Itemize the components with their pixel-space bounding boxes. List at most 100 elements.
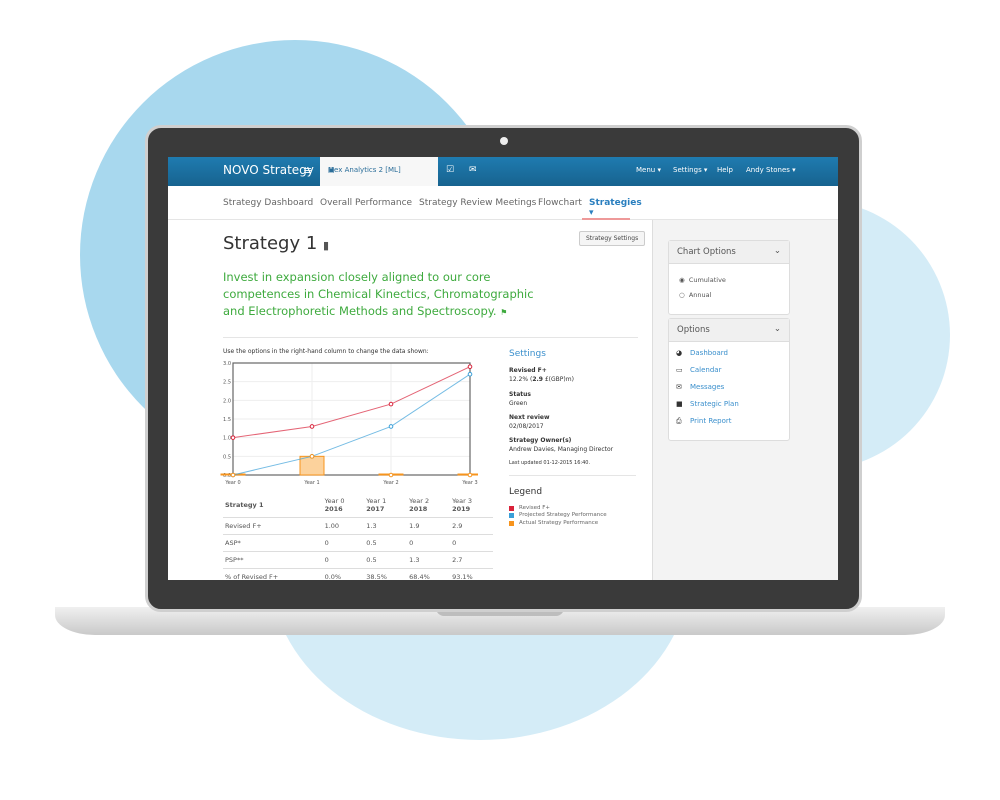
sub-navbar: Strategy Dashboard Overall Performance S… — [168, 186, 838, 220]
y-tick-label: 2.5 — [223, 380, 231, 386]
radio-label: Annual — [688, 291, 712, 299]
last-updated: Last updated 01-12-2015 16:40. — [509, 460, 591, 466]
table-cell: 2.7 — [450, 551, 493, 569]
strategy-settings-button[interactable]: Strategy Settings — [579, 231, 646, 246]
table-cell: Revised F+ — [223, 517, 323, 535]
table-header: Strategy 1 — [223, 493, 323, 518]
user-dropdown[interactable]: Andy Stones ▾ — [746, 166, 796, 174]
tab-strategies[interactable]: Strategies ▾ — [582, 198, 642, 220]
chevron-down-icon[interactable]: ⌄ — [774, 246, 781, 256]
options-panel: Options ⌄ ◕ Dashboard ▭ Calendar ✉ Messages … — [668, 318, 790, 441]
project-tab[interactable]: ▣ Mex Analytics 2 [ML] — [320, 157, 438, 186]
performance-chart: 0.00.51.01.52.02.53.0Year 0 Year 1 Year 2Y… — [220, 361, 478, 486]
envelope-icon: ✉ — [676, 383, 682, 391]
check-icon[interactable]: ☑ — [446, 165, 454, 175]
table-cell: 0.5 — [364, 534, 408, 552]
review-label: Next review — [509, 414, 550, 421]
header-text: 2019 — [452, 505, 471, 513]
legend-revised: Revised F+ — [519, 505, 551, 511]
data-point — [467, 364, 473, 370]
year-label: Year 3 — [452, 497, 473, 505]
table-header: Year 0 2016 — [322, 493, 365, 518]
y-tick-label: 0.5 — [223, 454, 231, 460]
y-tick-label: 1.0 — [223, 436, 231, 442]
envelope-icon[interactable]: ✉ — [469, 165, 477, 175]
calendar-icon: ▭ — [676, 366, 683, 374]
help-link[interactable]: Help — [717, 166, 733, 174]
revised-value: 12.2% (2.9 £(GBP)m) — [509, 376, 574, 383]
hamburger-icon[interactable]: ≡ — [303, 164, 312, 177]
chevron-down-icon[interactable]: ⌄ — [774, 324, 781, 334]
chart-options-header[interactable]: Chart Options ⌄ — [669, 241, 789, 264]
review-value: 02/08/2017 — [509, 423, 544, 430]
radio-cumulative[interactable]: ◉ Cumulative — [679, 276, 726, 284]
bar-actual — [299, 455, 325, 476]
table-row: ASP* 0 0.5 0 0 — [223, 534, 493, 552]
table-cell: 0 — [322, 534, 365, 552]
radio-annual[interactable]: ○ Annual — [679, 291, 711, 299]
dashboard-icon: ◕ — [676, 349, 683, 357]
table-cell: 68.4% — [407, 568, 451, 580]
table-cell: 0 — [322, 551, 365, 569]
table-cell: 38.5% — [364, 568, 408, 580]
header-text: Strategy 1 — [225, 501, 264, 509]
tab-flowchart[interactable]: Flowchart — [538, 198, 582, 208]
data-point — [388, 401, 394, 407]
table-header: Year 1 2017 — [364, 493, 408, 518]
header-text: 2017 — [366, 505, 385, 513]
table-row: PSP** 0 0.5 1.3 2.7 — [223, 551, 493, 569]
title-text: Strategy 1 — [223, 233, 318, 254]
bookmark-icon[interactable]: ▮ — [323, 239, 329, 252]
table-row: % of Revised F+ 0.0% 38.5% 68.4% 93.1% — [223, 568, 493, 580]
right-sidebar: Chart Options ⌄ ◉ Cumulative ○ Annual Opt… — [652, 220, 838, 580]
link-messages[interactable]: Messages — [690, 383, 724, 391]
project-tab-label: Mex Analytics 2 [ML] — [328, 166, 401, 174]
v: £(GBP)m) — [542, 376, 574, 383]
camera — [500, 137, 508, 145]
table-cell: 93.1% — [450, 568, 493, 580]
settings-dropdown[interactable]: Settings ▾ — [673, 166, 707, 174]
table-cell: 2.9 — [450, 517, 493, 535]
tab-strategy-dashboard[interactable]: Strategy Dashboard — [223, 198, 313, 208]
owner-value: Andrew Davies, Managing Director — [509, 446, 614, 453]
legend-actual: Actual Strategy Performance — [519, 520, 599, 526]
tab-strategy-review-meetings[interactable]: Strategy Review Meetings — [419, 198, 536, 208]
table-cell: 1.9 — [407, 517, 451, 535]
link-strategic-plan[interactable]: Strategic Plan — [690, 400, 739, 408]
link-calendar[interactable]: Calendar — [690, 366, 721, 374]
data-point — [388, 472, 394, 478]
tab-overall-performance[interactable]: Overall Performance — [320, 198, 412, 208]
x-tick-label: Year 3 — [461, 480, 477, 486]
chart-instruction: Use the options in the right-hand column… — [223, 348, 429, 355]
flag-icon: ⚑ — [500, 308, 508, 317]
header-text: 2018 — [409, 505, 428, 513]
options-header[interactable]: Options ⌄ — [669, 319, 789, 342]
link-print-report[interactable]: Print Report — [690, 417, 732, 425]
table-cell: 0 — [407, 534, 451, 552]
top-navbar: NOVO Strategy ≡ ▣ Mex Analytics 2 [ML] ☑… — [168, 157, 838, 186]
series-line — [232, 373, 471, 476]
owner-label: Strategy Owner(s) — [509, 437, 572, 444]
revised-label: Revised F+ — [509, 367, 547, 374]
series-line — [232, 366, 471, 439]
year-label: Year 1 — [366, 497, 387, 505]
legend-swatch-actual — [509, 521, 514, 526]
brand[interactable]: NOVO Strategy — [223, 163, 314, 177]
v: 12.2% ( — [509, 376, 533, 383]
radio-label: Cumulative — [688, 276, 726, 284]
data-point — [230, 435, 236, 440]
divider — [509, 475, 636, 476]
strategy-goal: Invest in expansion closely aligned to o… — [223, 269, 543, 321]
table-cell: 0.0% — [322, 568, 365, 580]
y-tick-label: 1.5 — [223, 417, 231, 423]
link-dashboard[interactable]: Dashboard — [690, 349, 728, 357]
x-tick-label: Year 0 — [224, 480, 240, 486]
year-label: Year 0 — [324, 497, 345, 505]
table-cell: 1.3 — [407, 551, 451, 569]
menu-dropdown[interactable]: Menu ▾ — [636, 166, 661, 174]
x-tick-label: Year 1 — [303, 480, 319, 486]
table-cell: 0 — [450, 534, 493, 552]
data-point — [309, 454, 315, 459]
legend-title: Legend — [509, 487, 543, 497]
settings-title: Settings — [509, 349, 546, 359]
